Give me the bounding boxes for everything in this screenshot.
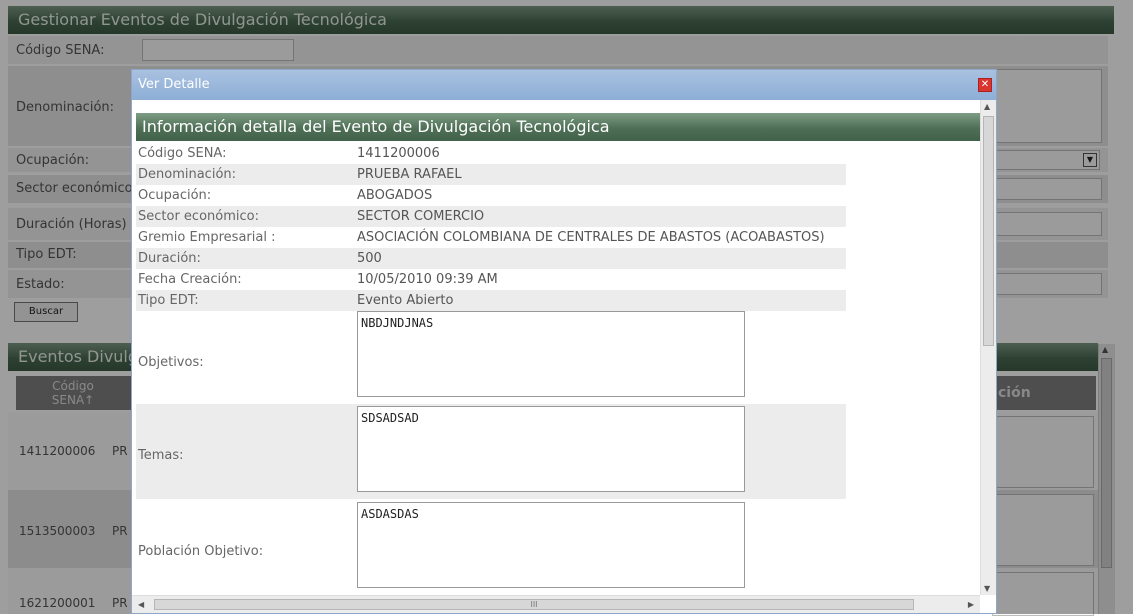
dialog-title: Ver Detalle (138, 77, 210, 92)
detail-row-tipo: Tipo EDT: Evento Abierto (136, 290, 846, 311)
detail-label: Población Objetivo: (138, 544, 264, 559)
column-header-codigo[interactable]: Código SENA↑ (16, 376, 131, 410)
codigo-input[interactable] (142, 39, 294, 61)
row-field (992, 572, 1094, 616)
close-icon[interactable]: ✕ (978, 78, 992, 92)
sector-label: Sector económico (16, 181, 133, 196)
chevron-down-icon[interactable]: ▼ (1083, 153, 1097, 167)
detail-label: Denominación: (138, 167, 237, 182)
dialog-vertical-scrollbar[interactable]: ▲ ▼ (980, 100, 996, 595)
objetivos-textarea[interactable]: NBDJNDJNAS (357, 311, 745, 397)
detail-value: ASOCIACIÓN COLOMBIANA DE CENTRALES DE AB… (357, 230, 825, 245)
detail-label: Código SENA: (138, 146, 227, 161)
row-codigo: 1411200006 (19, 444, 96, 458)
poblacion-textarea[interactable]: ASDASDAS (357, 502, 745, 588)
detail-row-denominacion: Denominación: PRUEBA RAFAEL (136, 164, 846, 185)
dialog-horizontal-scroll-thumb[interactable]: III (154, 599, 914, 610)
detail-label: Temas: (138, 448, 184, 463)
tipo-label: Tipo EDT: (16, 247, 77, 262)
detail-row-fecha: Fecha Creación: 10/05/2010 09:39 AM (136, 269, 846, 290)
row-field (992, 494, 1094, 566)
temas-textarea[interactable]: SDSADSAD (357, 406, 745, 492)
estado-input[interactable] (988, 273, 1102, 295)
detail-value: PRUEBA RAFAEL (357, 167, 462, 182)
detail-label: Gremio Empresarial : (138, 230, 276, 245)
detail-row-objetivos: Objetivos: NBDJNDJNAS (136, 311, 846, 406)
detail-value: Evento Abierto (357, 293, 454, 308)
detail-row-codigo: Código SENA: 1411200006 (136, 143, 846, 164)
detail-label: Objetivos: (138, 355, 204, 370)
dialog-horizontal-scrollbar[interactable]: ◀ III ▶ (132, 595, 980, 613)
detail-header: Información detalla del Evento de Divulg… (136, 113, 980, 141)
denominacion-label: Denominación: (16, 100, 115, 115)
detail-row-sector: Sector económico: SECTOR COMERCIO (136, 206, 846, 227)
column-header-right-label: ción (998, 385, 1031, 401)
dialog-vertical-scroll-thumb[interactable] (983, 116, 994, 346)
detail-value: ABOGADOS (357, 188, 433, 203)
detail-value: 1411200006 (357, 146, 440, 161)
column-header-codigo-label: Código SENA↑ (51, 379, 95, 407)
row-codigo: 1621200001 (19, 596, 96, 610)
column-header-right[interactable]: ción (996, 376, 1096, 410)
sector-input[interactable] (988, 178, 1102, 200)
row-denominacion: PR (112, 596, 128, 610)
row-codigo: 1513500003 (19, 524, 96, 538)
form-row-codigo: Código SENA: (8, 36, 1108, 64)
row-field (992, 416, 1094, 488)
duracion-input[interactable] (988, 212, 1102, 236)
scroll-left-arrow-icon[interactable]: ◀ (138, 600, 144, 609)
row-denominacion: PR (112, 524, 128, 538)
scroll-up-arrow-icon[interactable]: ▲ (1102, 345, 1108, 354)
detail-value: SECTOR COMERCIO (357, 209, 485, 224)
estado-label: Estado: (16, 277, 65, 292)
detail-value: 10/05/2010 09:39 AM (357, 272, 498, 287)
detail-label: Fecha Creación: (138, 272, 242, 287)
detail-label: Ocupación: (138, 188, 212, 203)
detail-value: 500 (357, 251, 382, 266)
detail-row-ocupacion: Ocupación: ABOGADOS (136, 185, 846, 206)
detail-row-duracion: Duración: 500 (136, 248, 846, 269)
detail-label: Tipo EDT: (138, 293, 199, 308)
codigo-label: Código SENA: (16, 43, 105, 58)
row-denominacion: PR (112, 444, 128, 458)
results-scroll-thumb[interactable] (1101, 358, 1112, 568)
detail-label: Sector económico: (138, 209, 259, 224)
detail-row-gremio: Gremio Empresarial : ASOCIACIÓN COLOMBIA… (136, 227, 846, 248)
scroll-up-arrow-icon[interactable]: ▲ (984, 102, 990, 111)
ocupacion-select[interactable]: ▼ (988, 150, 1100, 170)
duracion-label: Duración (Horas) (16, 217, 127, 232)
results-scrollbar[interactable]: ▲ (1098, 344, 1115, 614)
scroll-down-arrow-icon[interactable]: ▼ (984, 584, 990, 593)
search-button[interactable]: Buscar (14, 302, 78, 322)
detail-dialog: Ver Detalle ✕ Información detalla del Ev… (131, 69, 997, 614)
detail-row-poblacion: Población Objetivo: ASDASDAS (136, 500, 846, 595)
dialog-body: Información detalla del Evento de Divulg… (132, 100, 980, 595)
detail-row-temas: Temas: SDSADSAD (136, 404, 846, 499)
page-title: Gestionar Eventos de Divulgación Tecnoló… (8, 6, 1114, 34)
ocupacion-label: Ocupación: (16, 153, 90, 168)
scroll-right-arrow-icon[interactable]: ▶ (968, 600, 974, 609)
detail-label: Duración: (138, 251, 201, 266)
scroll-grip: III (530, 600, 538, 609)
denominacion-input[interactable] (988, 69, 1102, 143)
dialog-titlebar[interactable]: Ver Detalle ✕ (132, 70, 996, 100)
